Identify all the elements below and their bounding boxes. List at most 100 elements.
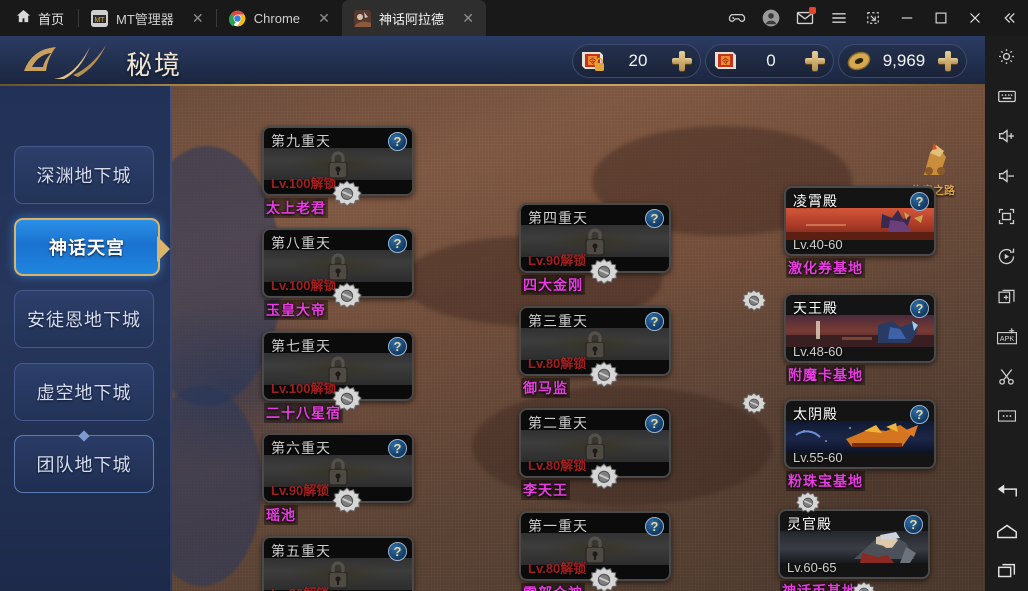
- gear-marker-icon[interactable]: [850, 578, 878, 591]
- volume-down-icon[interactable]: [985, 156, 1028, 196]
- rotate-icon[interactable]: [985, 236, 1028, 276]
- emulator-window: 首页 MT MT管理器 ✕ Chrome ✕ 神话阿拉德 ✕ 秘境 令 20 令…: [0, 0, 1028, 591]
- sidebar-item-void[interactable]: 虚空地下城: [14, 363, 154, 421]
- help-question-icon[interactable]: ?: [388, 439, 407, 458]
- home-tab[interactable]: 首页: [0, 0, 78, 36]
- add-gold-button[interactable]: [934, 47, 962, 75]
- svg-text:APK: APK: [999, 334, 1014, 343]
- dungeon-card-box[interactable]: 第五重天 ? Lv.90解锁: [262, 536, 414, 591]
- dungeon-level: Lv.40-60: [793, 237, 843, 252]
- gear-marker-icon[interactable]: [330, 586, 364, 591]
- tab-close-icon[interactable]: ✕: [316, 10, 332, 27]
- scissors-screenshot-icon[interactable]: [985, 356, 1028, 396]
- close-icon[interactable]: [960, 3, 990, 33]
- gear-marker-icon[interactable]: [330, 381, 364, 415]
- dungeon-card-box[interactable]: 凌霄殿 ? Lv.40-60: [784, 186, 936, 256]
- resize-icon[interactable]: [858, 3, 888, 33]
- dungeon-map[interactable]: 传奇之路 第九重天 ? Lv.100解锁 太上老君: [172, 86, 985, 591]
- dungeon-card[interactable]: 灵官殿 ? Lv.60-65 神话币基地: [778, 509, 930, 591]
- install-apk-icon[interactable]: APK: [985, 316, 1028, 356]
- dungeon-level: Lv.80解锁: [528, 458, 587, 473]
- help-question-icon[interactable]: ?: [904, 515, 923, 534]
- settings-gear-icon[interactable]: [985, 36, 1028, 76]
- game-logo: [18, 41, 123, 83]
- add-locked-ticket-button[interactable]: [668, 47, 696, 75]
- recent-apps-icon[interactable]: [985, 551, 1028, 591]
- coin-icon: [844, 47, 874, 75]
- dungeon-level: Lv.90解锁: [271, 583, 329, 591]
- dungeon-card[interactable]: 凌霄殿 ? Lv.40-60 激化券基地: [784, 186, 936, 278]
- volume-up-icon[interactable]: [985, 116, 1028, 156]
- currency-value: 9,969: [882, 51, 926, 70]
- menu-icon[interactable]: [824, 3, 854, 33]
- lock-icon: [582, 535, 608, 565]
- dungeon-boss-name: 附魔卡基地: [786, 365, 865, 385]
- help-question-icon[interactable]: ?: [910, 405, 929, 424]
- sidebar-item-label: 团队地下城: [36, 455, 132, 475]
- gamepad-icon[interactable]: [722, 3, 752, 33]
- gear-marker-icon[interactable]: [740, 389, 768, 417]
- dungeon-name: 第六重天: [271, 440, 331, 456]
- dungeon-card[interactable]: 第五重天 ? Lv.90解锁 织女: [262, 536, 414, 591]
- legend-road-icon: [924, 143, 946, 175]
- lock-icon: [582, 432, 608, 462]
- help-question-icon[interactable]: ?: [910, 192, 929, 211]
- tab-game-active[interactable]: 神话阿拉德 ✕: [342, 0, 487, 36]
- minimize-icon[interactable]: [892, 3, 922, 33]
- sidebar-item-myth-palace[interactable]: 神话天宫: [14, 218, 170, 276]
- back-icon[interactable]: [985, 471, 1028, 511]
- sidebar-item-label: 安徒恩地下城: [27, 310, 141, 330]
- tab-mt-manager[interactable]: MT MT管理器 ✕: [79, 0, 216, 36]
- svg-text:令: 令: [722, 57, 729, 66]
- home-tab-label: 首页: [38, 11, 65, 27]
- tab-chrome[interactable]: Chrome ✕: [217, 0, 342, 36]
- currency-value: 0: [766, 51, 776, 70]
- home-icon[interactable]: [985, 511, 1028, 551]
- sidebar-item-anton[interactable]: 安徒恩地下城: [14, 290, 154, 348]
- tab-close-icon[interactable]: ✕: [190, 10, 206, 27]
- dungeon-card-box[interactable]: 天王殿 ? Lv.48-60: [784, 293, 936, 363]
- dungeon-card[interactable]: 天王殿 ? Lv.48-60 附魔卡基地: [784, 293, 936, 385]
- help-question-icon[interactable]: ?: [645, 414, 664, 433]
- add-window-icon[interactable]: [985, 276, 1028, 316]
- help-question-icon[interactable]: ?: [645, 517, 664, 536]
- dungeon-name: 凌霄殿: [793, 193, 838, 209]
- keyboard-icon[interactable]: [985, 76, 1028, 116]
- sidebar-item-label: 虚空地下城: [36, 383, 132, 403]
- gear-marker-icon[interactable]: [794, 488, 822, 516]
- help-question-icon[interactable]: ?: [388, 542, 407, 561]
- home-icon: [16, 9, 31, 27]
- svg-text:令: 令: [589, 57, 596, 66]
- sidebar-item-raid[interactable]: 团队地下城: [14, 435, 154, 493]
- maximize-icon[interactable]: [926, 3, 956, 33]
- dungeon-name: 第一重天: [528, 518, 588, 534]
- gear-marker-icon[interactable]: [587, 459, 621, 493]
- dungeon-card-box[interactable]: 灵官殿 ? Lv.60-65: [778, 509, 930, 579]
- gear-marker-icon[interactable]: [330, 483, 364, 517]
- emulator-sidebar-toolbar: APK: [985, 36, 1028, 591]
- gear-marker-icon[interactable]: [330, 278, 364, 312]
- help-question-icon[interactable]: ?: [645, 312, 664, 331]
- dungeon-name: 第九重天: [271, 133, 331, 149]
- help-question-icon[interactable]: ?: [388, 132, 407, 151]
- help-question-icon[interactable]: ?: [388, 234, 407, 253]
- help-question-icon[interactable]: ?: [388, 337, 407, 356]
- mail-icon[interactable]: [790, 3, 820, 33]
- gear-marker-icon[interactable]: [330, 176, 364, 210]
- add-ticket-button[interactable]: [801, 47, 829, 75]
- help-question-icon[interactable]: ?: [910, 299, 929, 318]
- sidebar-item-abyss[interactable]: 深渊地下城: [14, 146, 154, 204]
- gear-marker-icon[interactable]: [587, 357, 621, 391]
- more-options-icon[interactable]: [985, 396, 1028, 436]
- dungeon-card[interactable]: 太阴殿 ? Lv.55-60 粉珠宝基地: [784, 399, 936, 491]
- tab-close-icon[interactable]: ✕: [460, 10, 476, 27]
- gear-marker-icon[interactable]: [740, 286, 768, 314]
- dungeon-category-sidebar: 深渊地下城 神话天宫 安徒恩地下城 虚空地下城 团队地下城: [0, 86, 172, 591]
- gear-marker-icon[interactable]: [587, 562, 621, 591]
- fullscreen-icon[interactable]: [985, 196, 1028, 236]
- collapse-left-icon[interactable]: [994, 3, 1024, 33]
- dungeon-card-box[interactable]: 太阴殿 ? Lv.55-60: [784, 399, 936, 469]
- help-question-icon[interactable]: ?: [645, 209, 664, 228]
- gear-marker-icon[interactable]: [587, 254, 621, 288]
- account-avatar-icon[interactable]: [756, 3, 786, 33]
